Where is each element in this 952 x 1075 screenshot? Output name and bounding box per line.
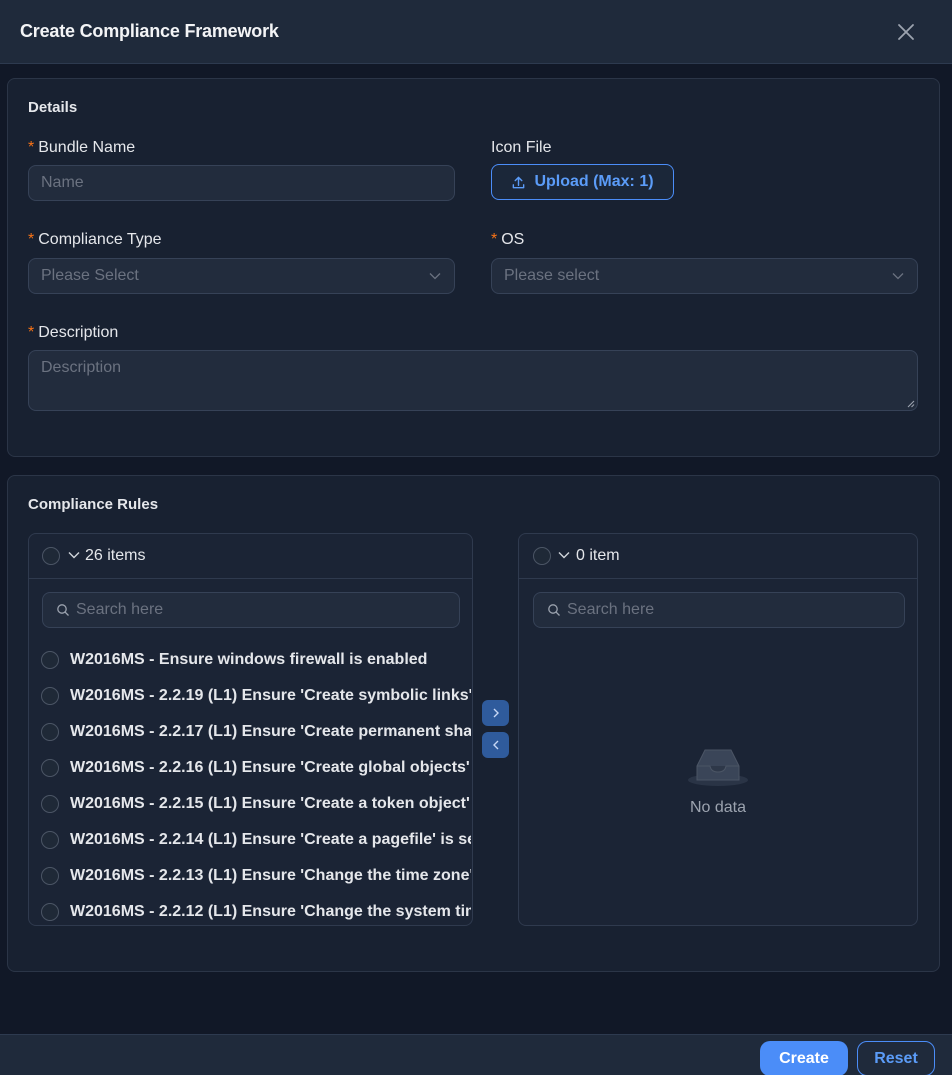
select-all-checkbox[interactable] xyxy=(42,547,60,565)
rules-section-title: Compliance Rules xyxy=(28,496,159,513)
list-item[interactable]: W2016MS - Ensure windows firewall is ena… xyxy=(41,642,471,678)
description-label: * Description xyxy=(28,324,119,341)
item-checkbox[interactable] xyxy=(41,831,59,849)
list-item[interactable]: W2016MS - 2.2.15 (L1) Ensure 'Create a t… xyxy=(41,786,471,822)
reset-button[interactable]: Reset xyxy=(857,1041,935,1075)
icon-file-label: Icon File xyxy=(491,139,552,156)
source-search-placeholder: Search here xyxy=(76,601,164,618)
source-count-label: 26 items xyxy=(85,547,146,564)
rule-label: W2016MS - 2.2.17 (L1) Ensure 'Create per… xyxy=(70,723,471,740)
item-checkbox[interactable] xyxy=(41,867,59,885)
create-button[interactable]: Create xyxy=(760,1041,848,1075)
details-section-title: Details xyxy=(28,99,78,116)
move-right-button[interactable] xyxy=(482,700,509,726)
rule-label: W2016MS - 2.2.15 (L1) Ensure 'Create a t… xyxy=(70,795,471,812)
upload-icon xyxy=(513,176,525,188)
os-select[interactable]: Please select xyxy=(491,258,918,294)
item-checkbox[interactable] xyxy=(41,903,59,921)
item-checkbox[interactable] xyxy=(41,687,59,705)
list-item[interactable]: W2016MS - 2.2.16 (L1) Ensure 'Create glo… xyxy=(41,750,471,786)
chevron-right-icon xyxy=(493,708,499,718)
chevron-down-icon[interactable] xyxy=(67,548,81,562)
rule-label: W2016MS - 2.2.14 (L1) Ensure 'Create a p… xyxy=(70,831,471,848)
list-item[interactable]: W2016MS - 2.2.17 (L1) Ensure 'Create per… xyxy=(41,714,471,750)
required-mark: * xyxy=(491,231,498,248)
item-checkbox[interactable] xyxy=(41,795,59,813)
move-left-button[interactable] xyxy=(482,732,509,758)
close-icon[interactable] xyxy=(894,20,918,44)
chevron-down-icon xyxy=(429,273,441,280)
required-mark: * xyxy=(28,231,35,248)
target-search-placeholder: Search here xyxy=(567,601,655,618)
target-search-input[interactable]: Search here xyxy=(533,592,905,628)
rule-label: W2016MS - Ensure windows firewall is ena… xyxy=(70,651,428,668)
compliance-type-select[interactable]: Please Select xyxy=(28,258,455,294)
description-placeholder: Description xyxy=(41,359,122,376)
select-all-checkbox[interactable] xyxy=(533,547,551,565)
dialog-title: Create Compliance Framework xyxy=(20,21,279,41)
source-search-input[interactable]: Search here xyxy=(42,592,460,628)
chevron-left-icon xyxy=(492,740,498,750)
bundle-name-label: * Bundle Name xyxy=(28,139,136,156)
compliance-type-label: * Compliance Type xyxy=(28,231,162,248)
target-count-label: 0 item xyxy=(576,547,620,564)
list-item[interactable]: W2016MS - 2.2.19 (L1) Ensure 'Create sym… xyxy=(41,678,471,714)
empty-state: No data xyxy=(519,746,917,817)
dialog-footer: Create Reset xyxy=(0,1034,952,1075)
resize-grip-icon[interactable] xyxy=(905,398,915,408)
empty-inbox-icon xyxy=(688,749,748,786)
description-textarea[interactable]: Description xyxy=(28,350,918,411)
compliance-type-placeholder: Please Select xyxy=(41,267,139,284)
bundle-name-placeholder: Name xyxy=(41,174,84,191)
upload-button-label: Upload (Max: 1) xyxy=(534,173,654,190)
source-transfer-panel: 26 items Search here W2016MS - Ensure wi… xyxy=(28,533,473,926)
item-checkbox[interactable] xyxy=(41,651,59,669)
rule-label: W2016MS - 2.2.16 (L1) Ensure 'Create glo… xyxy=(70,759,471,776)
dialog-header: Create Compliance Framework xyxy=(0,0,952,64)
bundle-name-input[interactable]: Name xyxy=(28,165,455,201)
empty-text: No data xyxy=(689,799,747,816)
search-icon xyxy=(548,604,560,616)
upload-button[interactable]: Upload (Max: 1) xyxy=(491,164,674,200)
os-placeholder: Please select xyxy=(504,267,600,284)
rule-label: W2016MS - 2.2.19 (L1) Ensure 'Create sym… xyxy=(70,687,471,704)
required-mark: * xyxy=(28,324,35,341)
rule-label: W2016MS - 2.2.12 (L1) Ensure 'Change the… xyxy=(70,903,471,920)
search-icon xyxy=(57,604,69,616)
list-item[interactable]: W2016MS - 2.2.13 (L1) Ensure 'Change the… xyxy=(41,858,471,894)
list-item[interactable]: W2016MS - 2.2.14 (L1) Ensure 'Create a p… xyxy=(41,822,471,858)
source-panel-header: 26 items xyxy=(29,534,472,579)
required-mark: * xyxy=(28,139,35,156)
target-panel-header: 0 item xyxy=(519,534,917,579)
os-label: * OS xyxy=(491,231,525,248)
item-checkbox[interactable] xyxy=(41,759,59,777)
rule-label: W2016MS - 2.2.13 (L1) Ensure 'Change the… xyxy=(70,867,471,884)
item-checkbox[interactable] xyxy=(41,723,59,741)
list-item[interactable]: W2016MS - 2.2.12 (L1) Ensure 'Change the… xyxy=(41,894,471,925)
chevron-down-icon xyxy=(892,273,904,280)
target-transfer-panel: 0 item Search here No data xyxy=(518,533,918,926)
chevron-down-icon[interactable] xyxy=(557,548,571,562)
